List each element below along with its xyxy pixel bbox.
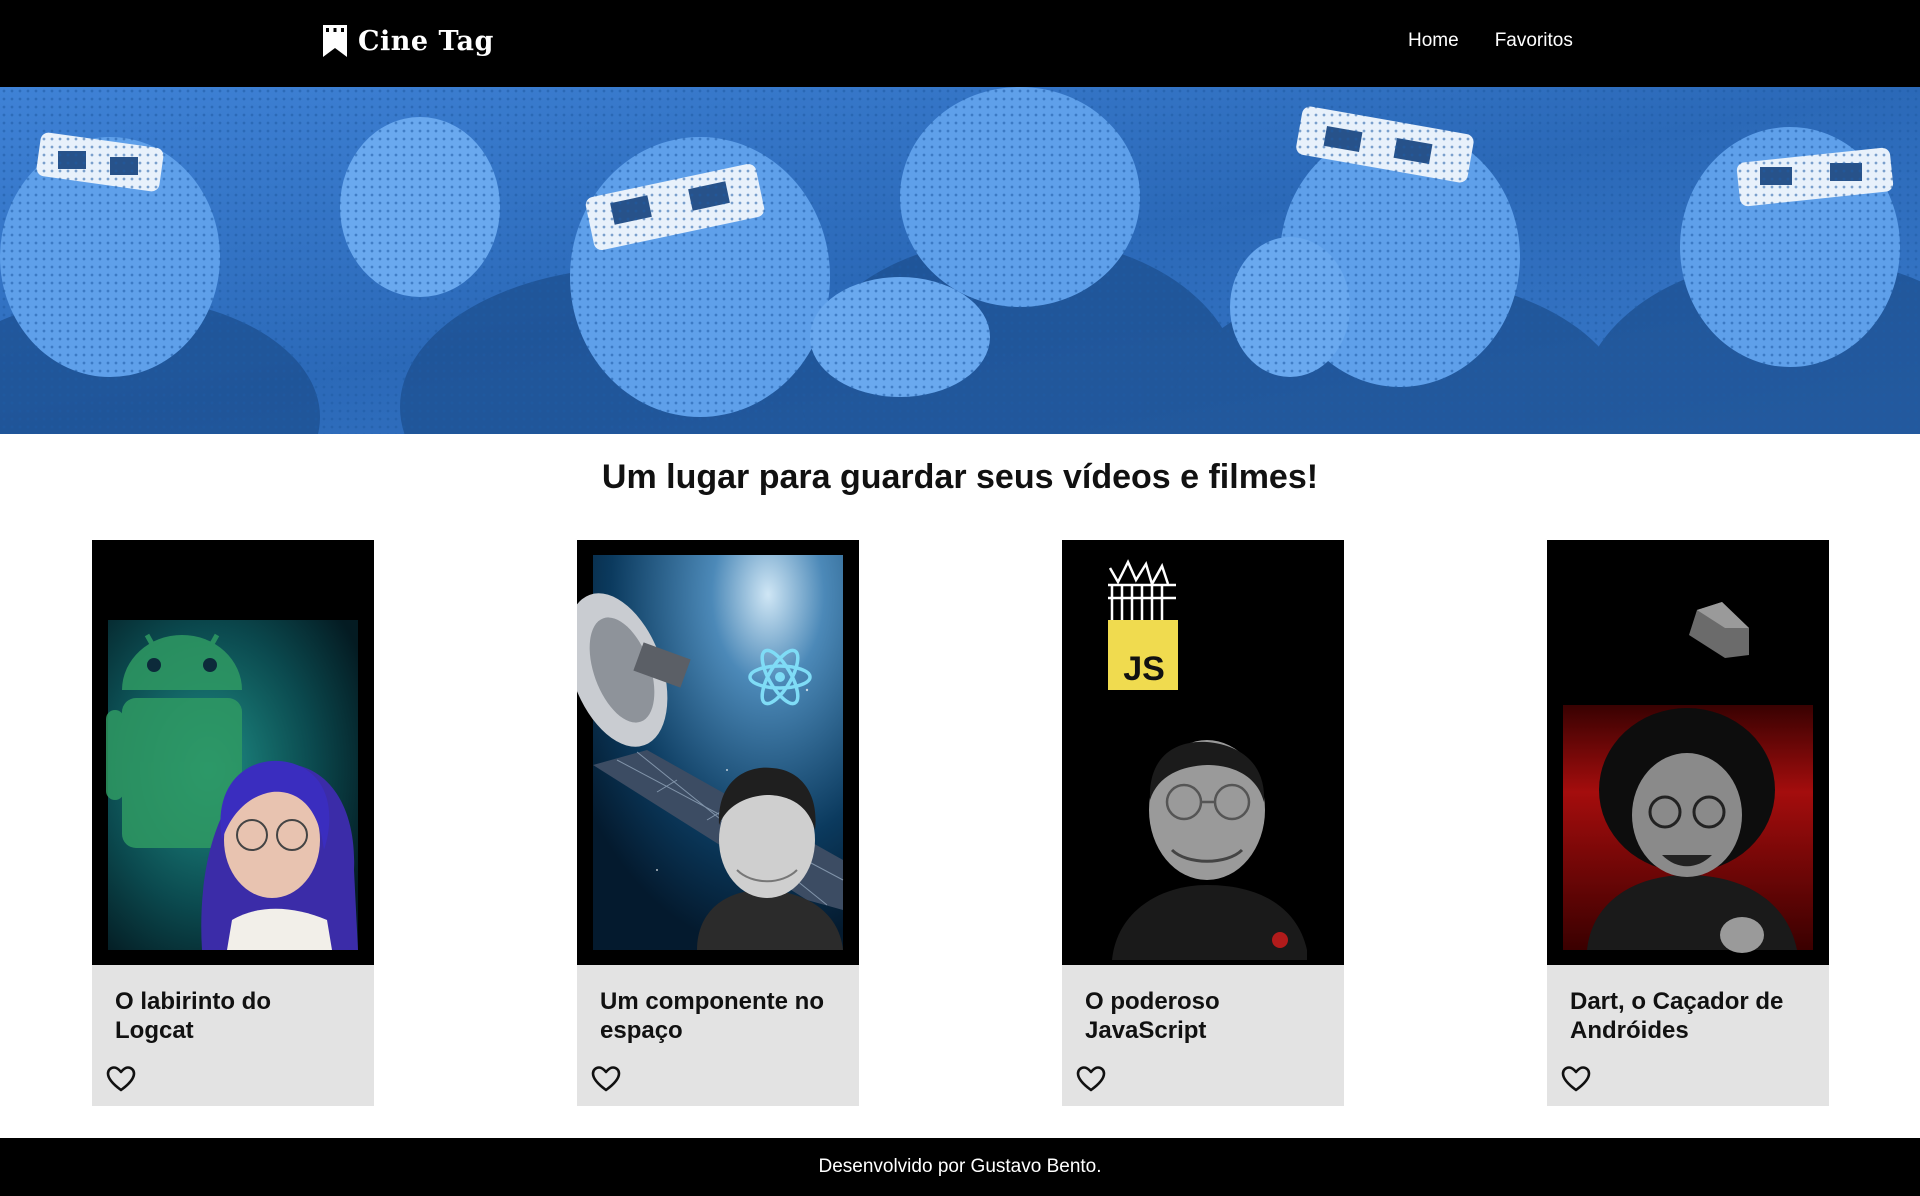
video-card-info: Um componente no espaço [577,965,859,1106]
video-card-info: O poderoso JavaScript [1062,965,1344,1106]
page-title: Um lugar para guardar seus vídeos e film… [601,458,1319,496]
heart-icon[interactable] [1561,1065,1591,1093]
site-footer: Desenvolvido por Gustavo Bento. [0,1138,1920,1196]
video-title: Dart, o Caçador de Andróides [1570,988,1784,1044]
video-card-info: Dart, o Caçador de Andróides [1547,965,1829,1106]
cinema-audience-banner-image [0,87,1920,434]
video-poster[interactable] [577,540,859,965]
video-card-info: O labirinto do Logcat [92,965,374,1106]
main-nav: Home Favoritos [1408,30,1573,52]
nav-home-link[interactable]: Home [1408,30,1459,52]
video-card[interactable]: O labirinto do Logcat [92,540,374,1106]
heart-icon[interactable] [1076,1065,1106,1093]
video-card[interactable]: Dart, o Caçador de Andróides [1547,540,1829,1106]
js-badge-text: JS [1123,650,1165,688]
heart-icon[interactable] [106,1065,136,1093]
video-poster[interactable] [1547,540,1829,965]
nav-favorites-link[interactable]: Favoritos [1495,30,1573,52]
brand-name: Cine Tag [358,25,494,57]
video-title: Um componente no espaço [600,988,825,1044]
heart-icon[interactable] [591,1065,621,1093]
video-poster[interactable]: JS [1062,540,1344,965]
site-header: Cine Tag Home Favoritos [0,0,1920,87]
brand-logo-link[interactable]: Cine Tag [322,24,494,58]
video-title: O poderoso JavaScript [1085,988,1220,1044]
hero-banner [0,87,1920,434]
video-card[interactable]: Um componente no espaço [577,540,859,1106]
footer-credit: Desenvolvido por Gustavo Bento. [818,1156,1102,1177]
bookmark-logo-icon [323,25,347,57]
video-poster[interactable] [92,540,374,965]
video-card[interactable]: JS O poderoso JavaScript [1062,540,1344,1106]
video-title: O labirinto do Logcat [115,988,271,1044]
